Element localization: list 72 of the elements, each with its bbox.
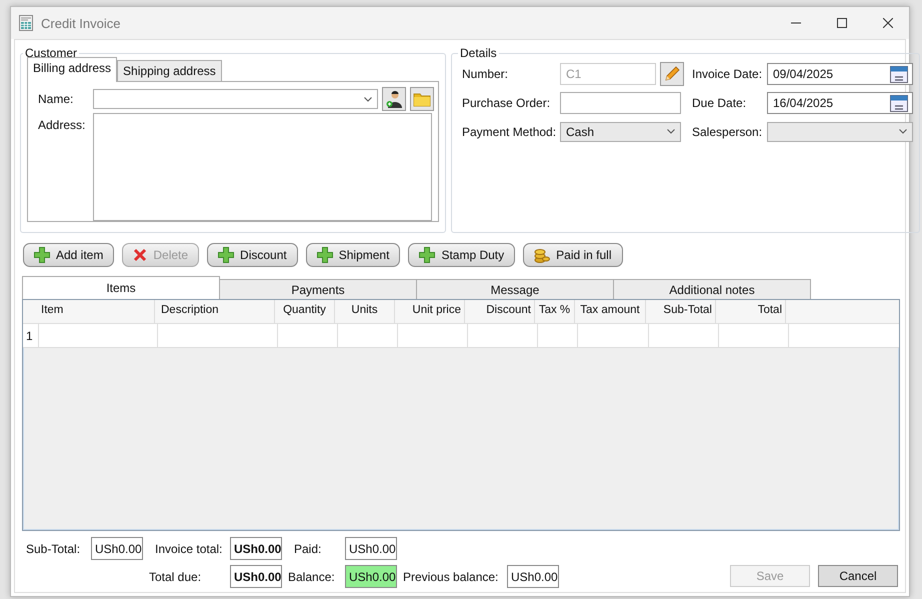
spreadsheet-icon <box>19 15 33 31</box>
plus-icon <box>316 247 333 263</box>
column-header[interactable]: Tax amount <box>575 300 646 323</box>
total-label: Invoice total: <box>154 542 224 556</box>
total-value: USh0.00 <box>507 565 559 588</box>
column-header[interactable]: Unit price <box>395 300 465 323</box>
window-title: Credit Invoice <box>41 16 120 30</box>
chevron-icon <box>899 129 907 134</box>
calendar-icon <box>890 94 908 112</box>
total-value: USh0.00 <box>91 537 143 560</box>
dropdown[interactable]: Cash <box>560 122 681 142</box>
group-title: Customer <box>24 46 78 60</box>
toolbar-button[interactable]: Paid in full <box>523 243 623 267</box>
folder-icon <box>413 92 431 106</box>
group-title: Details <box>459 46 498 60</box>
dropdown[interactable] <box>767 122 913 142</box>
tab[interactable]: Payments <box>219 279 417 299</box>
total-value: USh0.00 <box>230 537 282 560</box>
field-label: Name: <box>38 92 74 106</box>
date-field[interactable]: 09/04/2025 <box>767 62 913 84</box>
plus-icon <box>34 247 50 263</box>
column-header[interactable]: Tax % <box>535 300 575 323</box>
plus-icon <box>218 247 234 263</box>
total-label: Previous balance: <box>403 570 500 584</box>
calendar-icon <box>890 64 908 82</box>
row-number: 1 <box>25 328 34 344</box>
total-label: Total due: <box>149 570 202 584</box>
column-header[interactable]: Discount <box>465 300 535 323</box>
field-label: Salesperson: <box>692 124 764 138</box>
toolbar-button[interactable]: Discount <box>207 243 298 267</box>
cross-icon <box>133 248 148 262</box>
date-field[interactable]: 16/04/2025 <box>767 92 913 114</box>
field-label: Invoice Date: <box>692 66 764 80</box>
add-customer-button[interactable] <box>382 87 406 111</box>
tab[interactable]: Additional notes <box>613 279 811 299</box>
column-header[interactable]: Item <box>35 300 155 323</box>
field-label: Payment Method: <box>462 124 558 138</box>
pencil-icon <box>663 64 681 82</box>
tab[interactable]: Items <box>22 276 220 299</box>
toolbar-button[interactable]: Shipment <box>306 243 400 267</box>
column-header[interactable]: Description <box>155 300 275 323</box>
toolbar-button[interactable]: Add item <box>23 243 114 267</box>
chevron-icon <box>364 96 372 102</box>
total-value: USh0.00 <box>230 565 282 588</box>
column-header[interactable]: Quantity <box>275 300 335 323</box>
column-header[interactable]: Total <box>716 300 786 323</box>
column-header[interactable]: Units <box>335 300 395 323</box>
field-label: Address: <box>38 117 86 132</box>
field-label: Number: <box>462 66 510 80</box>
total-label: Sub-Total: <box>26 542 82 556</box>
address-field[interactable] <box>93 113 432 221</box>
total-label: Balance: <box>288 570 336 584</box>
field-label: Purchase Order: <box>462 96 552 110</box>
total-value: USh0.00 <box>345 565 397 588</box>
address-tab[interactable]: Shipping address <box>117 60 222 81</box>
coins-icon <box>534 247 550 263</box>
address-tab[interactable]: Billing address <box>27 57 118 82</box>
dialog-button[interactable]: Cancel <box>818 565 898 587</box>
person-icon <box>385 90 403 108</box>
plus-icon <box>419 247 436 263</box>
maximize-icon[interactable] <box>837 18 847 28</box>
table-cell[interactable] <box>38 324 158 347</box>
total-value: USh0.00 <box>345 537 397 560</box>
text-field[interactable] <box>560 92 681 114</box>
toolbar-button[interactable]: Stamp Duty <box>408 243 516 267</box>
edit-button[interactable] <box>660 62 684 86</box>
chevron-icon <box>667 129 675 134</box>
field-label: Due Date: <box>692 96 748 110</box>
total-label: Paid: <box>293 542 322 556</box>
tab[interactable]: Message <box>416 279 614 299</box>
close-icon[interactable] <box>883 18 893 28</box>
column-header[interactable]: Sub-Total <box>646 300 716 323</box>
